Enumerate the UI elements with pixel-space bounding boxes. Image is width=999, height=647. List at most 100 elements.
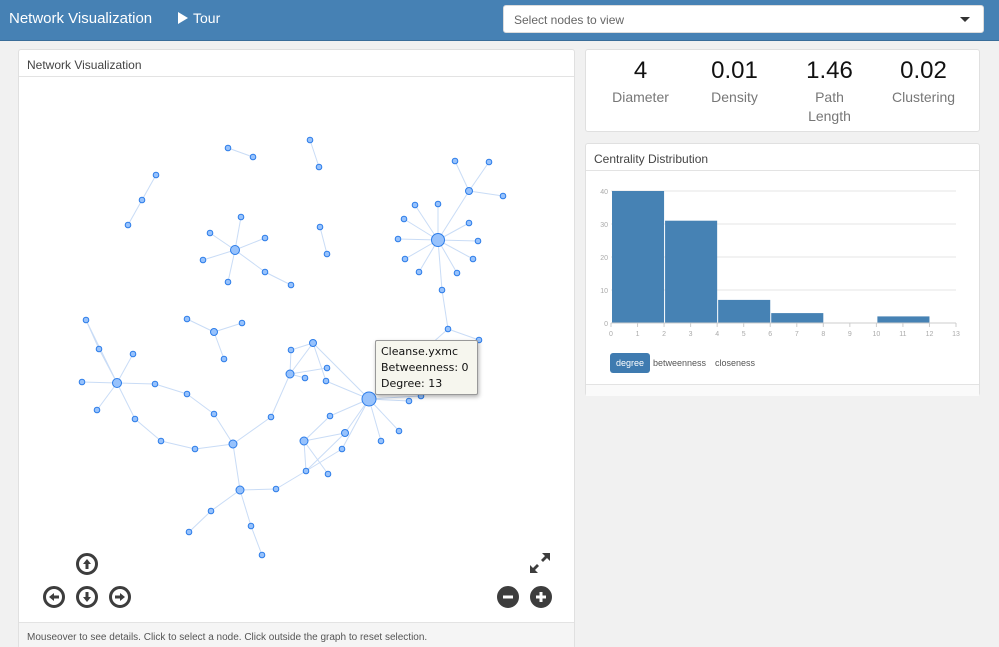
graph-node[interactable] xyxy=(95,345,103,353)
pan-down-button[interactable] xyxy=(76,586,98,608)
graph-node[interactable] xyxy=(210,328,218,336)
graph-node[interactable] xyxy=(138,196,146,204)
graph-node[interactable] xyxy=(400,215,408,223)
graph-node[interactable] xyxy=(238,319,246,327)
graph-node[interactable] xyxy=(237,213,245,221)
graph-node[interactable] xyxy=(438,286,446,294)
graph-node[interactable] xyxy=(272,485,280,493)
graph-node[interactable] xyxy=(316,223,324,231)
graph-node[interactable] xyxy=(207,507,215,515)
graph-node[interactable] xyxy=(151,380,159,388)
network-panel-title: Network Visualization xyxy=(19,50,574,77)
graph-node[interactable] xyxy=(405,397,413,405)
graph-node[interactable] xyxy=(309,339,317,347)
graph-node[interactable] xyxy=(78,378,86,386)
graph-node[interactable] xyxy=(183,390,191,398)
graph-node[interactable] xyxy=(301,374,309,382)
graph-node[interactable] xyxy=(224,278,232,286)
graph-node[interactable] xyxy=(361,391,377,407)
minus-icon xyxy=(503,595,513,599)
graph-node[interactable] xyxy=(499,192,507,200)
graph-node[interactable] xyxy=(199,256,207,264)
graph-node[interactable] xyxy=(185,528,193,536)
node-select[interactable]: Select nodes to view xyxy=(503,5,984,33)
tour-button[interactable]: Tour xyxy=(178,10,220,26)
graph-node[interactable] xyxy=(377,437,385,445)
graph-edge xyxy=(239,489,252,527)
zoom-in-button[interactable] xyxy=(530,586,552,608)
graph-node[interactable] xyxy=(112,378,122,388)
graph-node[interactable] xyxy=(129,350,137,358)
graph-node[interactable] xyxy=(261,234,269,242)
graph-node[interactable] xyxy=(93,406,101,414)
graph-node[interactable] xyxy=(324,470,332,478)
graph-node[interactable] xyxy=(224,144,232,152)
graph-node[interactable] xyxy=(299,436,309,446)
graph-node[interactable] xyxy=(258,551,266,559)
graph-node[interactable] xyxy=(315,163,323,171)
graph-node[interactable] xyxy=(323,250,331,258)
graph-node[interactable] xyxy=(338,445,346,453)
graph-node[interactable] xyxy=(401,255,409,263)
tab-degree[interactable]: degree xyxy=(610,353,651,373)
graph-node[interactable] xyxy=(444,325,452,333)
graph-edge xyxy=(441,289,449,330)
graph-node[interactable] xyxy=(411,201,419,209)
stats-panel: 4 Diameter 0.01 Density 1.46 Path Length… xyxy=(585,49,980,132)
zoom-out-button[interactable] xyxy=(497,586,519,608)
network-graph[interactable] xyxy=(19,77,574,622)
graph-node[interactable] xyxy=(267,413,275,421)
graph-node[interactable] xyxy=(131,415,139,423)
graph-node[interactable] xyxy=(322,377,330,385)
graph-edge xyxy=(141,174,157,201)
graph-node[interactable] xyxy=(287,281,295,289)
graph-node[interactable] xyxy=(191,445,199,453)
graph-node[interactable] xyxy=(206,229,214,237)
graph-node[interactable] xyxy=(434,200,442,208)
graph-node[interactable] xyxy=(302,467,310,475)
graph-node[interactable] xyxy=(235,485,245,495)
graph-node[interactable] xyxy=(157,437,165,445)
graph-node[interactable] xyxy=(415,268,423,276)
tab-closeness[interactable]: closeness xyxy=(709,353,761,373)
graph-edge xyxy=(309,139,320,168)
pan-up-button[interactable] xyxy=(76,553,98,575)
graph-node[interactable] xyxy=(124,221,132,229)
graph-node[interactable] xyxy=(485,158,493,166)
graph-node[interactable] xyxy=(395,427,403,435)
pan-left-button[interactable] xyxy=(43,586,65,608)
graph-node[interactable] xyxy=(326,412,334,420)
x-tick-label: 0 xyxy=(609,331,613,338)
graph-node[interactable] xyxy=(82,316,90,324)
histogram-bar xyxy=(771,313,824,323)
graph-node[interactable] xyxy=(287,346,295,354)
graph-node[interactable] xyxy=(465,187,473,195)
graph-node[interactable] xyxy=(394,235,402,243)
fit-view-button[interactable] xyxy=(529,552,551,574)
app-title[interactable]: Network Visualization xyxy=(9,10,152,27)
graph-edge xyxy=(213,331,225,360)
graph-node[interactable] xyxy=(210,410,218,418)
graph-node[interactable] xyxy=(465,219,473,227)
graph-node[interactable] xyxy=(306,136,314,144)
graph-node[interactable] xyxy=(431,233,445,247)
graph-node[interactable] xyxy=(183,315,191,323)
tab-betweenness[interactable]: betweenness xyxy=(647,353,712,373)
graph-node[interactable] xyxy=(220,355,228,363)
pan-right-button[interactable] xyxy=(109,586,131,608)
graph-node[interactable] xyxy=(285,369,295,379)
graph-node[interactable] xyxy=(247,522,255,530)
graph-node[interactable] xyxy=(451,157,459,165)
graph-node[interactable] xyxy=(323,364,331,372)
graph-edge xyxy=(186,318,215,333)
graph-node[interactable] xyxy=(230,245,240,255)
graph-node[interactable] xyxy=(469,255,477,263)
graph-node[interactable] xyxy=(261,268,269,276)
graph-node[interactable] xyxy=(341,429,349,437)
graph-edge xyxy=(85,319,100,350)
graph-node[interactable] xyxy=(228,439,238,449)
graph-node[interactable] xyxy=(152,171,160,179)
graph-node[interactable] xyxy=(249,153,257,161)
graph-node[interactable] xyxy=(453,269,461,277)
graph-node[interactable] xyxy=(474,237,482,245)
